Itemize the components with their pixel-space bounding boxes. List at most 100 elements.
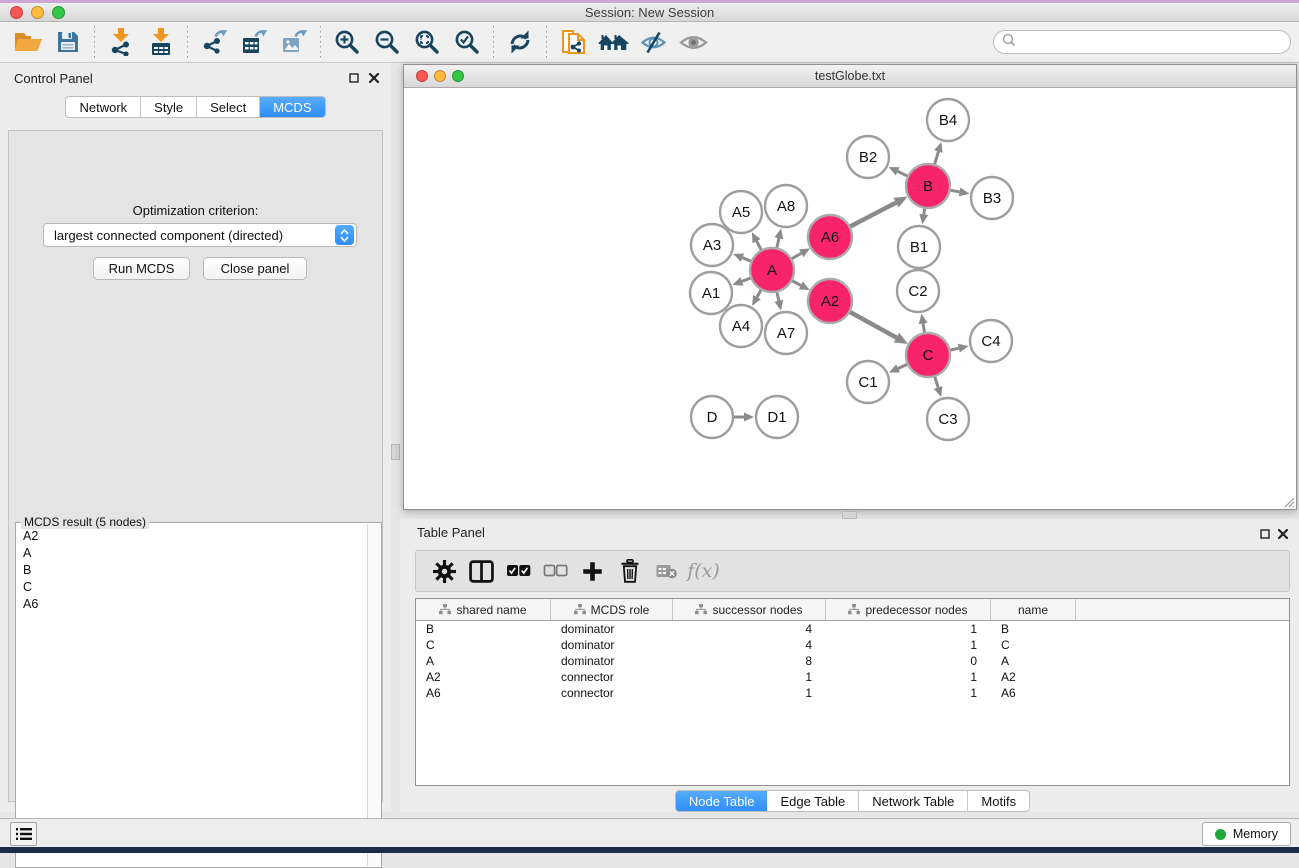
tab-edge-table[interactable]: Edge Table — [767, 791, 859, 811]
save-icon[interactable] — [48, 24, 88, 60]
network-node-D[interactable]: D — [691, 396, 733, 438]
network-node-B[interactable]: B — [906, 164, 950, 208]
criterion-select[interactable]: largest connected component (directed) — [43, 223, 357, 247]
network-node-C[interactable]: C — [906, 333, 950, 377]
network-node-A1[interactable]: A1 — [690, 272, 732, 314]
network-edge-A-A5[interactable] — [752, 232, 762, 250]
import-network-icon[interactable] — [101, 24, 141, 60]
column-header-successor-nodes[interactable]: successor nodes — [673, 599, 826, 620]
network-edge-C-C3[interactable] — [934, 376, 943, 397]
horizontal-splitter-handle[interactable] — [842, 511, 857, 519]
table-row[interactable]: A2connector11A2 — [416, 669, 1289, 685]
zoom-fit-icon[interactable] — [407, 24, 447, 60]
network-canvas[interactable]: B4B2BB3B1A5A8A3A6AA1C2A2A4A7CC4C1C3DD1 — [404, 88, 1296, 509]
select-all-icon[interactable] — [500, 554, 537, 588]
network-node-A4[interactable]: A4 — [720, 305, 762, 347]
tab-select[interactable]: Select — [197, 97, 260, 117]
table-row[interactable]: Adominator80A — [416, 653, 1289, 669]
column-header-name[interactable]: name — [991, 599, 1076, 620]
network-node-A5[interactable]: A5 — [720, 191, 762, 233]
delete-row-icon[interactable] — [611, 554, 648, 588]
refresh-icon[interactable] — [500, 24, 540, 60]
network-edge-C-C1[interactable] — [889, 364, 908, 373]
zoom-in-icon[interactable] — [327, 24, 367, 60]
network-edge-B-B1[interactable] — [919, 208, 928, 224]
import-table-icon[interactable] — [141, 24, 181, 60]
column-header-predecessor-nodes[interactable]: predecessor nodes — [826, 599, 991, 620]
open-folder-icon[interactable] — [8, 24, 48, 60]
mcds-list-item[interactable]: A — [17, 544, 366, 561]
network-node-A2[interactable]: A2 — [808, 279, 852, 323]
delete-table-icon[interactable] — [648, 554, 685, 588]
mcds-list-item[interactable]: A2 — [17, 527, 366, 544]
network-node-C4[interactable]: C4 — [970, 320, 1012, 362]
network-node-D1[interactable]: D1 — [756, 396, 798, 438]
network-node-B1[interactable]: B1 — [898, 226, 940, 268]
resize-grip[interactable] — [1281, 494, 1295, 508]
column-header-shared-name[interactable]: shared name — [416, 599, 551, 620]
network-node-B2[interactable]: B2 — [847, 136, 889, 178]
column-header-mcds-role[interactable]: MCDS role — [551, 599, 673, 620]
network-edge-B-B2[interactable] — [889, 167, 908, 176]
home-icon[interactable] — [593, 24, 633, 60]
vertical-splitter-handle[interactable] — [391, 444, 400, 460]
network-node-C1[interactable]: C1 — [847, 361, 889, 403]
search-input[interactable] — [1021, 35, 1282, 49]
run-mcds-button[interactable]: Run MCDS — [93, 257, 190, 280]
network-edge-A-A8[interactable] — [775, 228, 784, 248]
network-edge-C-C4[interactable] — [949, 344, 968, 353]
network-window-titlebar[interactable]: testGlobe.txt — [404, 65, 1296, 88]
add-row-icon[interactable] — [574, 554, 611, 588]
network-edge-A-A7[interactable] — [774, 291, 783, 310]
close-panel-button[interactable]: Close panel — [203, 257, 307, 280]
tab-motifs[interactable]: Motifs — [968, 791, 1029, 811]
network-edge-D-D1[interactable] — [734, 413, 754, 422]
network-edge-A-A3[interactable] — [733, 254, 751, 262]
network-edge-C-C2[interactable] — [919, 314, 928, 334]
float-table-panel-icon[interactable] — [1258, 527, 1272, 541]
mcds-list-item[interactable]: C — [17, 578, 366, 595]
table-row[interactable]: A6connector11A6 — [416, 685, 1289, 701]
tab-network[interactable]: Network — [66, 97, 141, 117]
network-node-A6[interactable]: A6 — [808, 215, 852, 259]
network-edge-A2-C[interactable] — [849, 312, 908, 344]
network-edge-A-A4[interactable] — [752, 289, 761, 306]
network-edge-A6-B[interactable] — [850, 197, 908, 227]
function-builder-icon[interactable]: f(x) — [685, 554, 722, 588]
clone-network-icon[interactable] — [553, 24, 593, 60]
network-edge-A-A2[interactable] — [791, 280, 809, 290]
settings-gear-icon[interactable] — [426, 554, 463, 588]
network-edge-A-A1[interactable] — [733, 277, 752, 285]
tab-network-table[interactable]: Network Table — [859, 791, 968, 811]
network-node-B4[interactable]: B4 — [927, 99, 969, 141]
network-node-A[interactable]: A — [750, 248, 794, 292]
network-edge-B-B3[interactable] — [950, 187, 970, 196]
export-image-icon[interactable] — [274, 24, 314, 60]
network-node-B3[interactable]: B3 — [971, 177, 1013, 219]
network-node-A3[interactable]: A3 — [691, 224, 733, 266]
network-edge-B-B4[interactable] — [934, 142, 943, 165]
export-network-icon[interactable] — [194, 24, 234, 60]
mcds-list-item[interactable]: B — [17, 561, 366, 578]
network-node-A7[interactable]: A7 — [765, 312, 807, 354]
close-table-panel-icon[interactable] — [1276, 527, 1290, 541]
zoom-out-icon[interactable] — [367, 24, 407, 60]
tab-style[interactable]: Style — [141, 97, 197, 117]
deselect-all-icon[interactable] — [537, 554, 574, 588]
export-table-icon[interactable] — [234, 24, 274, 60]
mcds-list-item[interactable]: A6 — [17, 595, 366, 612]
tab-node-table[interactable]: Node Table — [676, 791, 768, 811]
network-node-C2[interactable]: C2 — [897, 270, 939, 312]
scrollbar-track[interactable] — [367, 524, 380, 866]
network-edge-A-A6[interactable] — [791, 248, 810, 259]
network-node-C3[interactable]: C3 — [927, 398, 969, 440]
float-panel-icon[interactable] — [347, 71, 361, 85]
zoom-selected-icon[interactable] — [447, 24, 487, 60]
search-box[interactable] — [993, 30, 1291, 54]
eye-icon[interactable] — [673, 24, 713, 60]
toggle-columns-icon[interactable] — [463, 554, 500, 588]
close-panel-icon[interactable] — [367, 71, 381, 85]
memory-button[interactable]: Memory — [1202, 822, 1291, 846]
eye-slash-icon[interactable] — [633, 24, 673, 60]
table-row[interactable]: Bdominator41B — [416, 621, 1289, 637]
